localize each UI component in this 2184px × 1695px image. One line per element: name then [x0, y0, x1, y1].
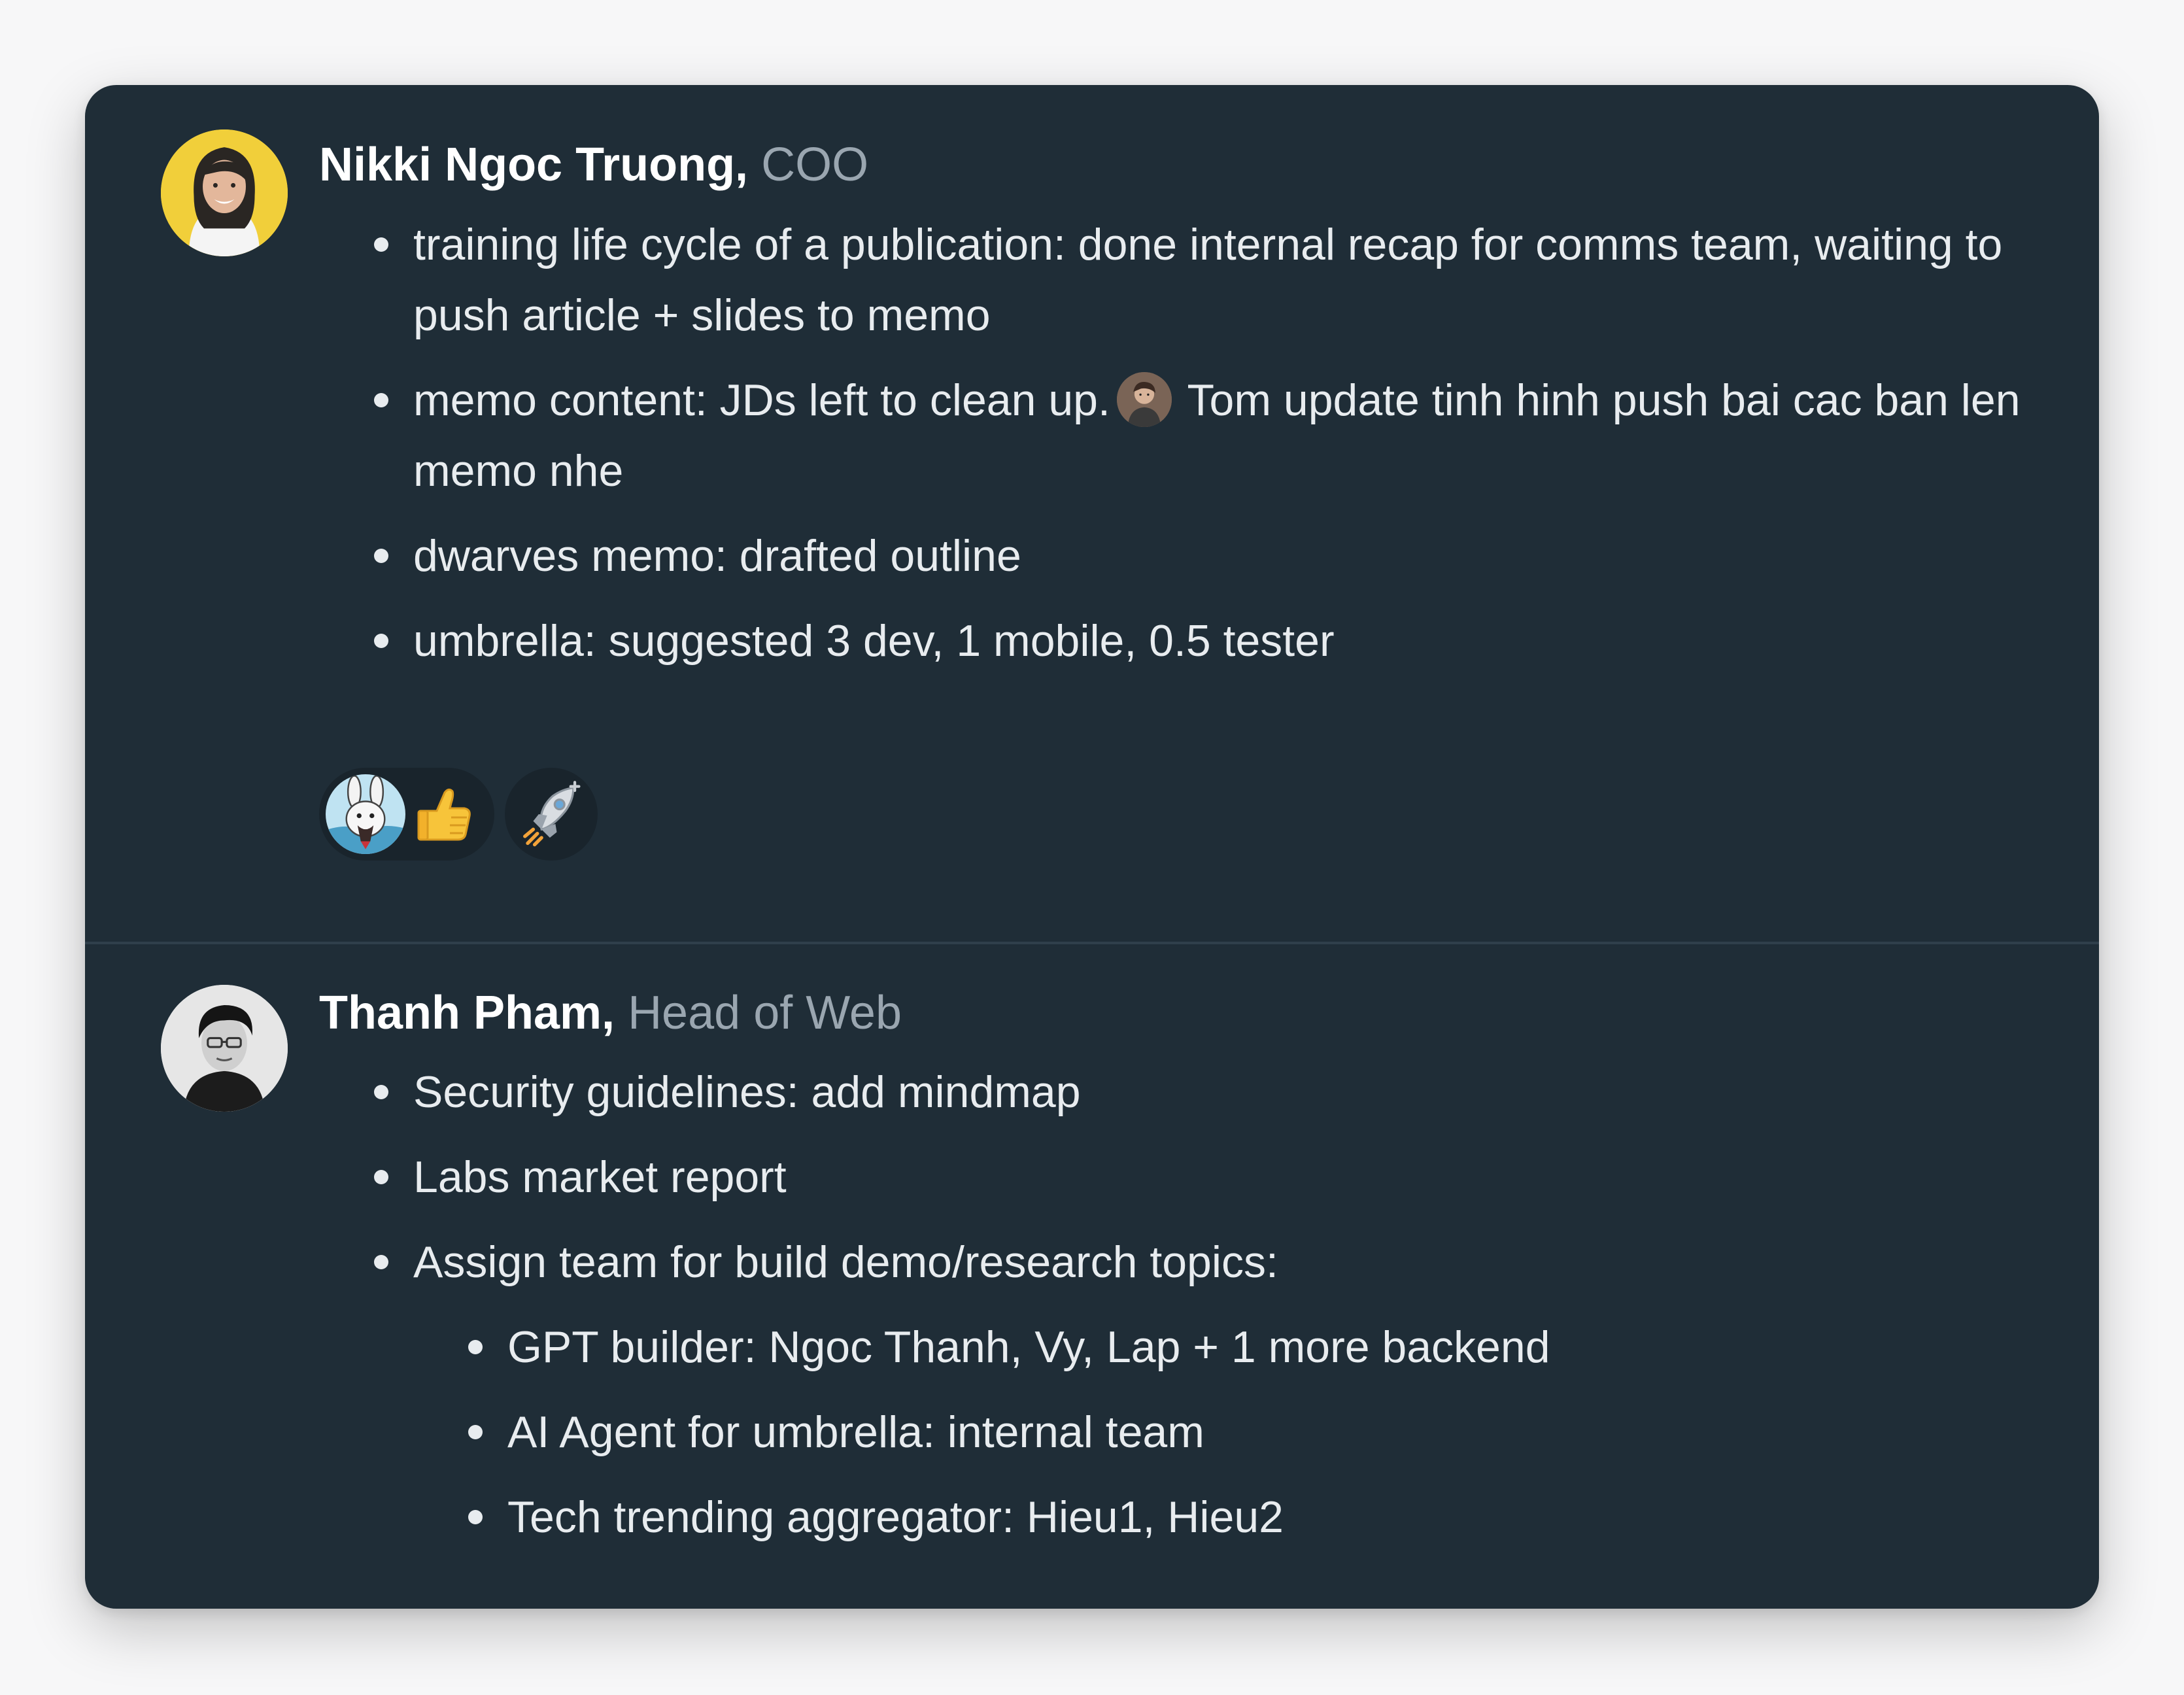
- author-name[interactable]: Nikki Ngoc Truong,: [319, 139, 748, 191]
- rabbit-avatar-icon: [326, 774, 405, 854]
- message-header: Thanh Pham, Head of Web: [319, 984, 902, 1042]
- message-header: Nikki Ngoc Truong, COO: [319, 135, 868, 194]
- bullet-text: Labs market report: [413, 1152, 787, 1202]
- bullet-text: training life cycle of a publication: do…: [413, 220, 2003, 340]
- sub-list-item: GPT builder: Ngoc Thanh, Vy, Lap + 1 mor…: [85, 1312, 2099, 1382]
- message-thanh: Thanh Pham, Head of Web Security guideli…: [85, 944, 2099, 1609]
- message-nikki: Nikki Ngoc Truong, COO training life cyc…: [85, 85, 2099, 943]
- list-item: memo content: JDs left to clean up. Tom …: [85, 365, 2099, 506]
- bullet-dot: [374, 393, 388, 407]
- bullet-dot: [374, 634, 388, 648]
- reaction-thumbs-up[interactable]: [319, 768, 494, 861]
- bullet-dot: [468, 1340, 483, 1354]
- bullet-text: Assign team for build demo/research topi…: [413, 1237, 1278, 1287]
- updates-card: Nikki Ngoc Truong, COO training life cyc…: [85, 85, 2099, 1609]
- bullet-dot: [374, 1255, 388, 1269]
- add-reaction-button[interactable]: [505, 768, 598, 861]
- list-item: dwarves memo: drafted outline: [85, 521, 2099, 591]
- list-item: training life cycle of a publication: do…: [85, 209, 2099, 351]
- bullet-text: dwarves memo: drafted outline: [413, 531, 1021, 581]
- user-mention-tom-avatar-icon[interactable]: [1116, 372, 1172, 427]
- list-item: umbrella: suggested 3 dev, 1 mobile, 0.5…: [85, 606, 2099, 676]
- author-role: Head of Web: [628, 987, 902, 1039]
- rocket-icon: [517, 779, 586, 849]
- bullet-text: AI Agent for umbrella: internal team: [507, 1407, 1204, 1457]
- bullet-dot: [374, 1170, 388, 1184]
- bullet-text: memo content: JDs left to clean up.: [413, 375, 1110, 425]
- bullet-list: training life cycle of a publication: do…: [85, 209, 2099, 691]
- sub-list-item: Tech trending aggregator: Hieu1, Hieu2: [85, 1482, 2099, 1552]
- list-item: Labs market report: [85, 1142, 2099, 1212]
- list-item: Assign team for build demo/research topi…: [85, 1227, 2099, 1297]
- author-role: COO: [761, 139, 869, 191]
- bullet-dot: [468, 1425, 483, 1439]
- list-item: Security guidelines: add mindmap: [85, 1057, 2099, 1127]
- bullet-text: umbrella: suggested 3 dev, 1 mobile, 0.5…: [413, 616, 1335, 666]
- bullet-text: GPT builder: Ngoc Thanh, Vy, Lap + 1 mor…: [507, 1322, 1550, 1372]
- bullet-text: Security guidelines: add mindmap: [413, 1067, 1081, 1117]
- bullet-text: Tech trending aggregator: Hieu1, Hieu2: [507, 1492, 1284, 1542]
- author-name[interactable]: Thanh Pham,: [319, 987, 615, 1039]
- thumbs-up-icon: [411, 781, 476, 846]
- bullet-dot: [374, 549, 388, 563]
- bullet-dot: [374, 237, 388, 252]
- sub-list-item: AI Agent for umbrella: internal team: [85, 1397, 2099, 1467]
- bullet-dot: [374, 1085, 388, 1099]
- bullet-dot: [468, 1510, 483, 1524]
- bullet-list: Security guidelines: add mindmap Labs ma…: [85, 1057, 2099, 1567]
